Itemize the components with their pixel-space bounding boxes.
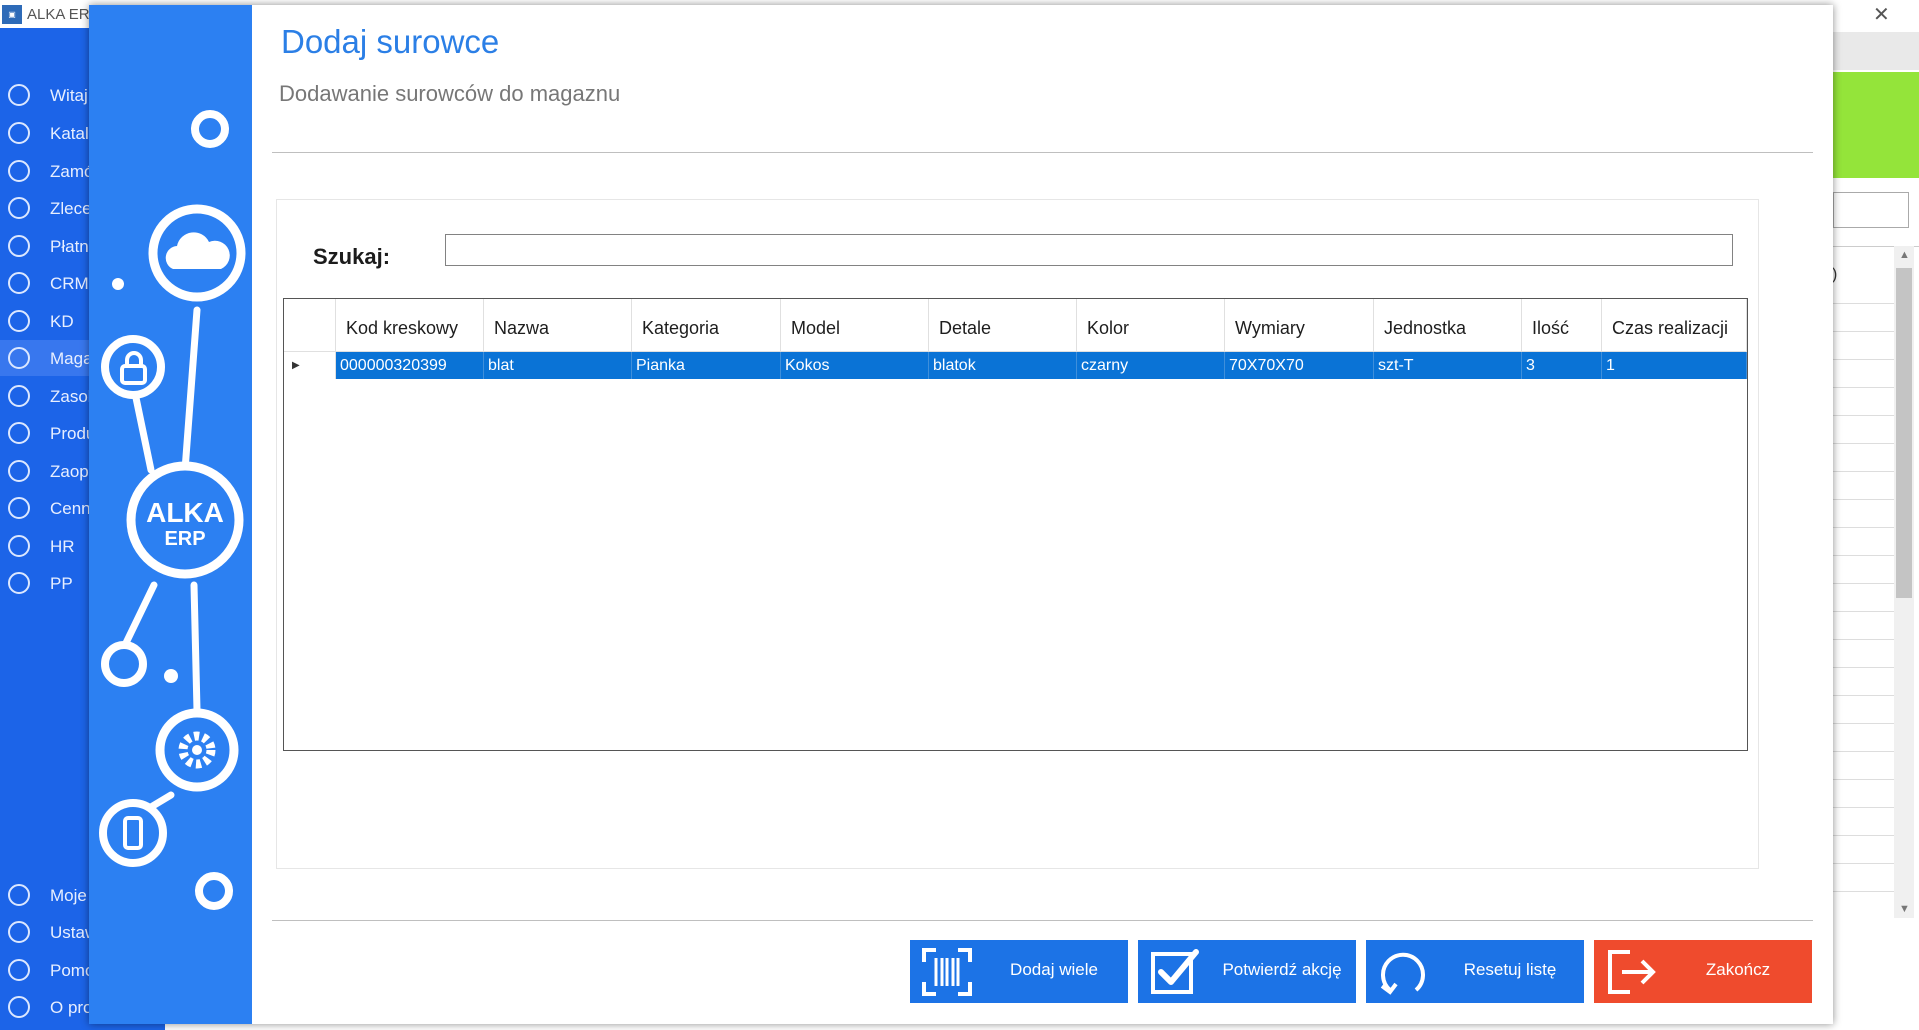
list-line [1833, 695, 1897, 696]
list-line [1833, 667, 1897, 668]
column-header-wymiary[interactable]: Wymiary [1225, 299, 1374, 352]
cell-detale[interactable]: blatok [929, 352, 1077, 379]
decorative-panel: ALKA ERP [89, 5, 252, 1024]
column-header-kolor[interactable]: Kolor [1077, 299, 1225, 352]
background-toolbar [1833, 32, 1919, 70]
checkbox-icon [1151, 949, 1199, 994]
gear-icon [8, 921, 30, 943]
reset-list-label: Resetuj listę [1463, 960, 1557, 979]
column-header-model[interactable]: Model [781, 299, 929, 352]
background-accent-panel [1833, 72, 1919, 178]
column-header-kategoria[interactable]: Kategoria [632, 299, 781, 352]
crm-icon [8, 272, 30, 294]
divider [272, 152, 1813, 153]
help-icon [8, 959, 30, 981]
list-line [1833, 807, 1897, 808]
logo-subtext: ERP [164, 528, 205, 550]
list-line [1833, 863, 1897, 864]
cell-nazwa[interactable]: blat [484, 352, 632, 379]
list-line [1833, 499, 1897, 500]
table-row[interactable]: ▶ 000000320399 blat Pianka Kokos blatok … [284, 352, 1747, 379]
cell-kolor[interactable]: czarny [1077, 352, 1225, 379]
list-line [1833, 611, 1897, 612]
materials-grid[interactable]: Kod kreskowy Nazwa Kategoria Model Detal… [283, 298, 1748, 751]
add-materials-dialog: ALKA ERP Dodaj surowce Dodawanie surowcó… [89, 5, 1833, 1024]
divider [272, 920, 1813, 921]
confirm-action-button[interactable]: Potwierdź akcję [1138, 940, 1356, 1003]
refresh-icon [1380, 952, 1425, 995]
column-header-detale[interactable]: Detale [929, 299, 1077, 352]
home-icon [8, 84, 30, 106]
barcode-icon [922, 948, 972, 996]
box-icon [8, 385, 30, 407]
info-icon [8, 996, 30, 1018]
reset-list-button[interactable]: Resetuj listę [1366, 940, 1584, 1003]
confirm-action-label: Potwierdź akcję [1222, 960, 1342, 979]
row-header-corner [284, 299, 336, 352]
add-many-button[interactable]: Dodaj wiele [910, 940, 1128, 1003]
user-icon [8, 310, 30, 332]
vertical-scrollbar[interactable]: ▲ ▼ [1894, 246, 1914, 918]
cell-kategoria[interactable]: Pianka [632, 352, 781, 379]
list-line [1833, 331, 1897, 332]
background-input[interactable] [1833, 192, 1909, 228]
list-line [1833, 443, 1897, 444]
column-header-nazwa[interactable]: Nazwa [484, 299, 632, 352]
search-label: Szukaj: [313, 244, 391, 269]
list-line [1833, 471, 1897, 472]
list-line [1833, 751, 1897, 752]
cell-wymiary[interactable]: 70X70X70 [1225, 352, 1374, 379]
add-many-label: Dodaj wiele [1010, 960, 1098, 979]
list-line [1833, 303, 1897, 304]
cell-czas[interactable]: 1 [1602, 352, 1747, 379]
dialog-title: Dodaj surowce [281, 23, 500, 60]
list-line [1833, 415, 1897, 416]
network-illustration: ALKA ERP [99, 110, 246, 910]
cell-model[interactable]: Kokos [781, 352, 929, 379]
column-header-kod[interactable]: Kod kreskowy [336, 299, 484, 352]
dialog-subtitle: Dodawanie surowców do magaznu [279, 81, 621, 106]
scroll-down-icon[interactable]: ▼ [1899, 903, 1910, 915]
list-line [1833, 387, 1897, 388]
profile-icon [8, 884, 30, 906]
cell-ilosc[interactable]: 3 [1522, 352, 1602, 379]
list-line [1833, 359, 1897, 360]
logo-text: ALKA [146, 497, 224, 528]
finish-button[interactable]: Zakończ [1594, 940, 1812, 1003]
list-line [1833, 555, 1897, 556]
cell-kod[interactable]: 000000320399 [336, 352, 484, 379]
book-icon [8, 122, 30, 144]
recycle-icon [8, 422, 30, 444]
column-header-ilosc[interactable]: Ilość [1522, 299, 1602, 352]
list-line [1833, 779, 1897, 780]
column-header-jednostka[interactable]: Jednostka [1374, 299, 1522, 352]
cell-jednostka[interactable]: szt-T [1374, 352, 1522, 379]
close-icon[interactable]: ✕ [1873, 2, 1890, 27]
scroll-thumb[interactable] [1896, 268, 1912, 598]
dollar-icon [8, 235, 30, 257]
cart-icon [8, 160, 30, 182]
hr-icon [8, 535, 30, 557]
list-line [1833, 583, 1897, 584]
list-line [1833, 835, 1897, 836]
app-icon: ▣ [2, 5, 22, 24]
content-panel: Szukaj: Kod kreskowy Nazwa Kategoria Mod… [276, 199, 1759, 869]
search-input[interactable] [445, 234, 1733, 266]
truck-icon [8, 460, 30, 482]
scroll-up-icon[interactable]: ▲ [1899, 249, 1910, 261]
list-line [1833, 527, 1897, 528]
list-line [1833, 639, 1897, 640]
factory-icon [8, 572, 30, 594]
grid-header: Kod kreskowy Nazwa Kategoria Model Detal… [284, 299, 1747, 352]
row-pointer-icon[interactable]: ▶ [284, 352, 336, 379]
list-line [1833, 891, 1897, 892]
warehouse-icon [8, 347, 30, 369]
exit-icon [1608, 950, 1656, 994]
tag-icon [8, 497, 30, 519]
list-icon [8, 197, 30, 219]
list-line [1833, 723, 1897, 724]
finish-label: Zakończ [1705, 960, 1771, 979]
column-header-czas[interactable]: Czas realizacji [1602, 299, 1747, 352]
